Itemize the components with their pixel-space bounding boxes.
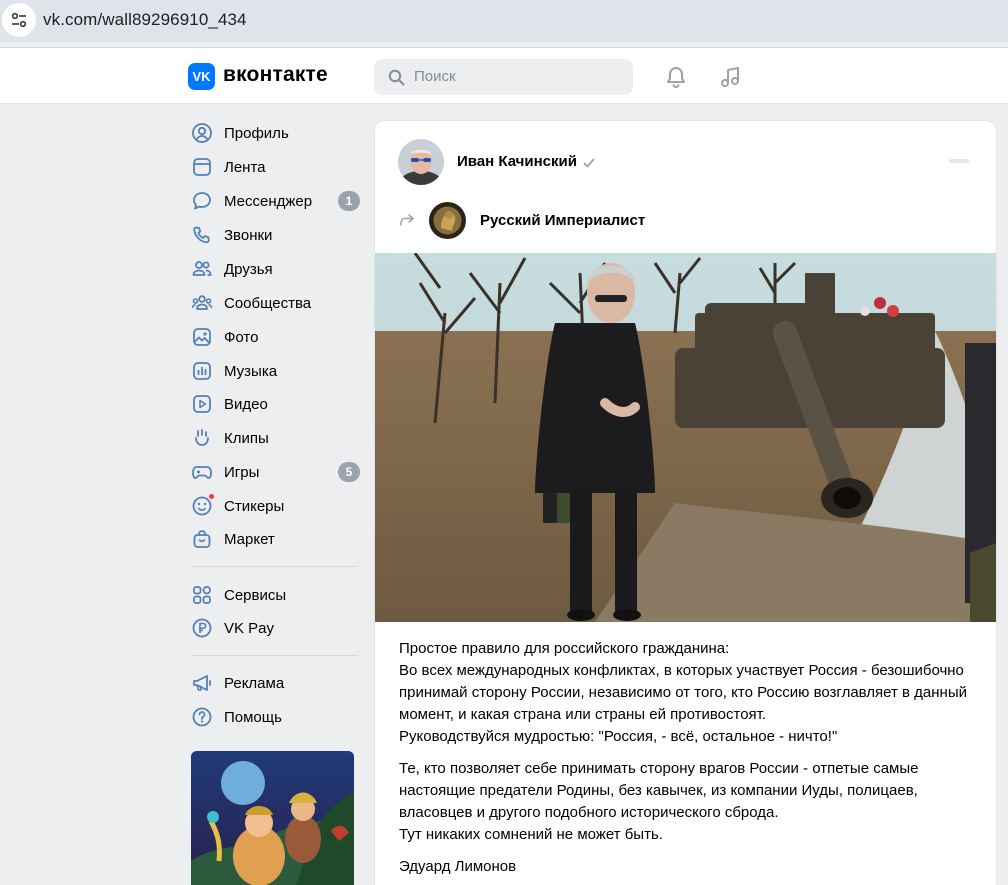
browser-address-bar: vk.com/wall89296910_434 — [0, 0, 1008, 42]
phone-icon — [190, 223, 214, 247]
post-photo[interactable] — [375, 253, 996, 622]
repost-arrow-icon — [399, 212, 415, 233]
sidebar-item-friends[interactable]: Друзья — [190, 254, 360, 284]
post-paragraph: Простое правило для российского граждани… — [399, 640, 968, 745]
repost-group-name[interactable]: Русский Империалист — [480, 212, 645, 229]
post-more-menu[interactable] — [949, 159, 969, 163]
sidebar-item-label: Маркет — [224, 530, 275, 548]
post-paragraph: Те, кто позволяет себе принимать сторону… — [399, 760, 919, 843]
sidebar-item-games[interactable]: Игры 5 — [190, 457, 360, 487]
sidebar-item-label: Сервисы — [224, 586, 287, 604]
vk-logo-icon[interactable]: VK — [188, 63, 215, 90]
sidebar-item-video[interactable]: Видео — [190, 389, 360, 419]
sidebar-item-services[interactable]: Сервисы — [190, 580, 360, 610]
friends-icon — [190, 257, 214, 281]
sidebar-item-calls[interactable]: Звонки — [190, 220, 360, 250]
help-icon — [190, 705, 214, 729]
verified-check-icon — [583, 156, 595, 174]
logo-text[interactable]: вконтакте — [223, 63, 328, 87]
post-author-name[interactable]: Иван Качинский — [457, 153, 577, 170]
sidebar-item-messenger[interactable]: Мессенджер 1 — [190, 186, 360, 216]
sidebar-item-label: Сообщества — [224, 294, 312, 312]
sidebar-item-market[interactable]: Маркет — [190, 524, 360, 554]
sidebar-item-label: Лента — [224, 158, 266, 176]
vkpay-icon — [190, 616, 214, 640]
services-icon — [190, 583, 214, 607]
sticker-icon — [190, 493, 215, 518]
post-text: Простое правило для российского граждани… — [399, 638, 979, 885]
sidebar-item-clips[interactable]: Клипы — [190, 423, 360, 453]
sidebar-item-label: Стикеры — [224, 497, 285, 515]
group-avatar[interactable] — [429, 202, 466, 239]
sidebar-item-label: Звонки — [224, 226, 273, 244]
unread-badge: 1 — [338, 191, 360, 211]
sidebar-item-vkpay[interactable]: VK Pay — [190, 613, 360, 643]
notification-dot — [208, 493, 215, 500]
sidebar-item-label: Профиль — [224, 124, 289, 142]
sidebar-game-ad-image[interactable] — [191, 751, 354, 885]
sidebar-item-music[interactable]: Музыка — [190, 356, 360, 386]
post-signature: Эдуард Лимонов — [399, 858, 517, 875]
top-header: VK вконтакте Поиск — [0, 50, 1008, 104]
sidebar-item-label: Друзья — [224, 260, 273, 278]
sidebar-divider — [192, 655, 358, 656]
search-icon — [388, 69, 405, 91]
search-placeholder: Поиск — [414, 68, 456, 85]
games-badge: 5 — [338, 462, 360, 482]
sidebar-item-communities[interactable]: Сообщества — [190, 288, 360, 318]
video-icon — [190, 392, 214, 416]
sidebar-item-feed[interactable]: Лента — [190, 152, 360, 182]
communities-icon — [190, 291, 214, 315]
site-settings-icon[interactable] — [2, 3, 36, 37]
message-icon — [190, 189, 214, 213]
feed-icon — [190, 155, 214, 179]
sidebar-item-label: Помощь — [224, 708, 282, 726]
sidebar-item-stickers[interactable]: Стикеры — [190, 491, 360, 521]
market-icon — [190, 527, 214, 551]
bell-icon[interactable] — [664, 65, 688, 94]
gamepad-icon — [190, 460, 214, 484]
sidebar-item-help[interactable]: Помощь — [190, 702, 360, 732]
clips-icon — [190, 426, 214, 450]
music-icon[interactable] — [718, 65, 742, 94]
sidebar-item-label: Реклама — [224, 674, 285, 692]
sidebar-item-label: Игры — [224, 463, 260, 481]
sidebar-divider — [192, 566, 358, 567]
megaphone-icon — [190, 671, 214, 695]
sidebar-item-label: Мессенджер — [224, 192, 313, 210]
sidebar-item-label: Клипы — [224, 429, 269, 447]
address-url[interactable]: vk.com/wall89296910_434 — [43, 10, 247, 30]
photo-icon — [190, 325, 214, 349]
sidebar-item-label: Музыка — [224, 362, 278, 380]
sidebar-item-ads[interactable]: Реклама — [190, 668, 360, 698]
search-input[interactable]: Поиск — [374, 59, 633, 95]
author-avatar[interactable] — [398, 139, 444, 185]
sidebar-item-label: Видео — [224, 395, 268, 413]
sidebar-item-label: Фото — [224, 328, 259, 346]
sidebar-item-photos[interactable]: Фото — [190, 322, 360, 352]
user-circle-icon — [190, 121, 214, 145]
sidebar-item-label: VK Pay — [224, 619, 275, 637]
sidebar-item-profile[interactable]: Профиль — [190, 118, 360, 148]
wall-post-card: Иван Качинский Русский Империалист Прост… — [375, 121, 996, 885]
music-icon — [190, 359, 214, 383]
